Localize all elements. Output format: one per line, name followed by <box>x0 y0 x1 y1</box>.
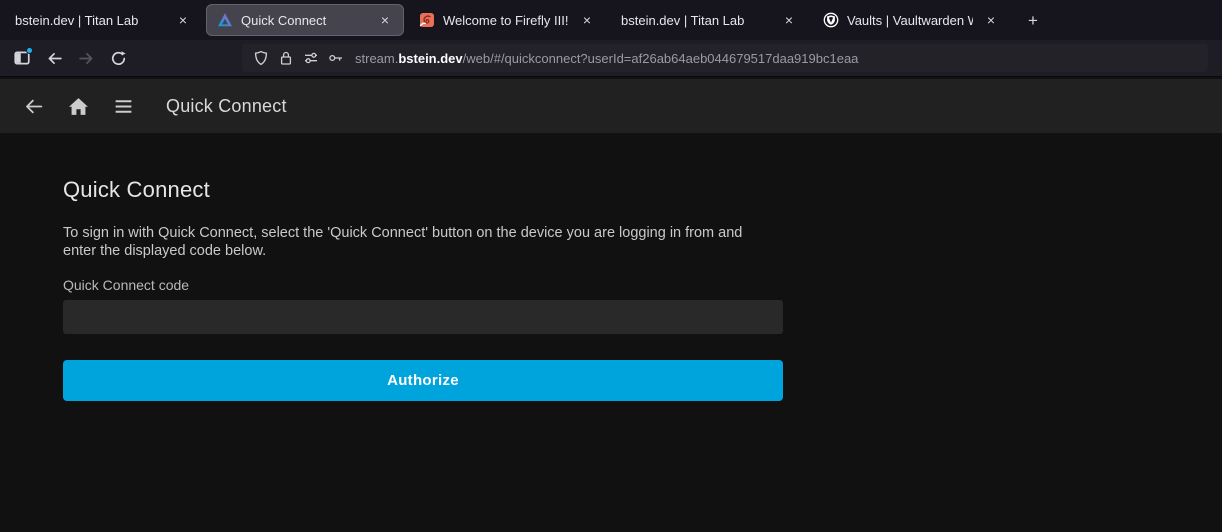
url-bar[interactable]: stream.bstein.dev/web/#/quickconnect?use… <box>242 44 1208 72</box>
jellyfin-icon <box>217 12 233 28</box>
close-icon[interactable]: × <box>577 10 597 30</box>
app-back-icon[interactable] <box>20 93 46 119</box>
tab-vaultwarden[interactable]: Vaults | Vaultwarden Web × <box>812 4 1010 36</box>
new-tab-button[interactable]: + <box>1020 7 1046 33</box>
close-icon[interactable]: × <box>981 10 1001 30</box>
tab-titan-lab-2[interactable]: bstein.dev | Titan Lab × <box>610 4 808 36</box>
url-subdomain: stream. <box>355 51 398 66</box>
reload-button[interactable] <box>104 44 132 72</box>
browser-tab-bar: bstein.dev | Titan Lab × Quick Connect ×… <box>0 0 1222 40</box>
vaultwarden-icon <box>823 12 839 28</box>
notification-dot <box>26 47 33 54</box>
quick-connect-description: To sign in with Quick Connect, select th… <box>63 224 775 260</box>
authorize-button[interactable]: Authorize <box>63 360 783 401</box>
close-icon[interactable]: × <box>173 10 193 30</box>
firefly-icon <box>419 12 435 28</box>
tracking-protection-shield-icon[interactable] <box>253 50 269 66</box>
permissions-icon[interactable] <box>303 50 319 66</box>
quick-connect-form: Quick Connect To sign in with Quick Conn… <box>0 133 783 401</box>
key-icon[interactable] <box>328 50 344 66</box>
app-header-title: Quick Connect <box>166 96 287 117</box>
back-button[interactable] <box>40 44 68 72</box>
code-input-label: Quick Connect code <box>63 277 783 293</box>
close-icon[interactable]: × <box>375 10 395 30</box>
url-domain: bstein.dev <box>398 51 462 66</box>
home-icon[interactable] <box>65 93 91 119</box>
url-text: stream.bstein.dev/web/#/quickconnect?use… <box>355 51 858 66</box>
browser-toolbar: stream.bstein.dev/web/#/quickconnect?use… <box>0 40 1222 77</box>
tab-title: Quick Connect <box>241 13 367 28</box>
jellyfin-app-header: Quick Connect <box>0 79 1222 133</box>
tab-title: bstein.dev | Titan Lab <box>621 13 771 28</box>
url-path: /web/#/quickconnect?userId=af26ab64aeb04… <box>463 51 859 66</box>
firefox-view-icon[interactable] <box>8 44 36 72</box>
tab-firefly[interactable]: Welcome to Firefly III! » Fir × <box>408 4 606 36</box>
menu-icon[interactable] <box>110 93 136 119</box>
lock-icon[interactable] <box>278 50 294 66</box>
quick-connect-page: Quick Connect To sign in with Quick Conn… <box>0 133 1222 532</box>
quick-connect-code-input[interactable] <box>63 300 783 334</box>
tab-titan-lab-1[interactable]: bstein.dev | Titan Lab × <box>4 4 202 36</box>
close-icon[interactable]: × <box>779 10 799 30</box>
tab-title: Welcome to Firefly III! » Fir <box>443 13 569 28</box>
tab-title: bstein.dev | Titan Lab <box>15 13 165 28</box>
page-title: Quick Connect <box>63 177 783 203</box>
tab-title: Vaults | Vaultwarden Web <box>847 13 973 28</box>
forward-button[interactable] <box>72 44 100 72</box>
tab-quick-connect[interactable]: Quick Connect × <box>206 4 404 36</box>
